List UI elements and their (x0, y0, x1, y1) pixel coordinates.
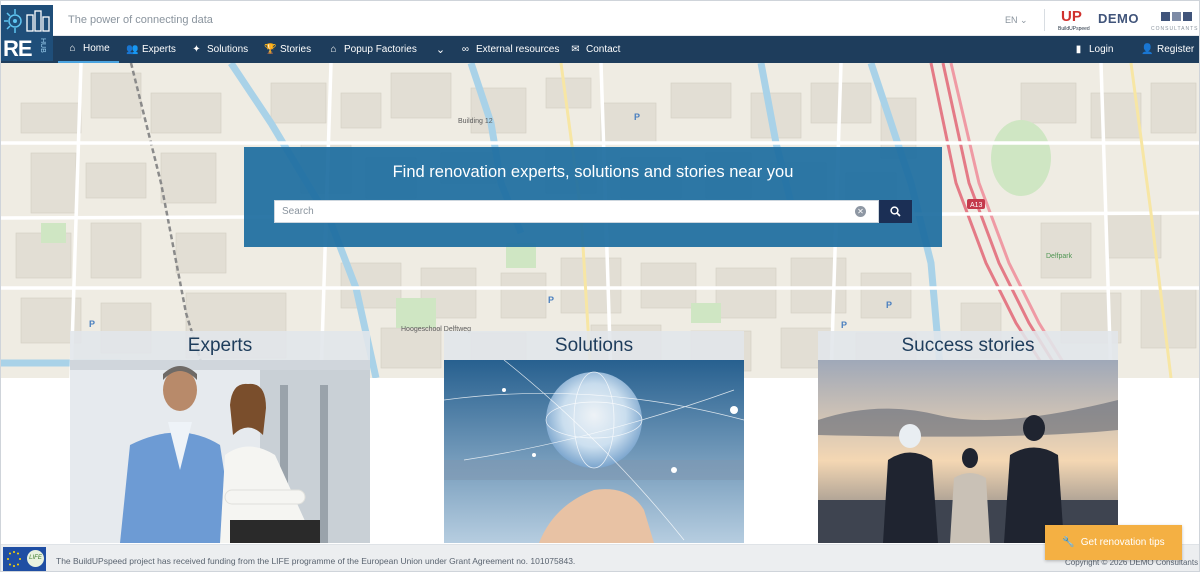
trophy-icon: 🏆 (264, 44, 277, 55)
experts-card-title: Experts (70, 331, 370, 360)
nav-stories-label: Stories (280, 44, 312, 55)
nav-home[interactable]: ⌂ Home (58, 36, 119, 63)
svg-text:P: P (886, 300, 892, 310)
search-button[interactable] (879, 200, 912, 223)
link-icon: ∞ (461, 44, 470, 55)
success-stories-image (818, 360, 1118, 543)
chevron-down-icon[interactable]: ⌄ (436, 43, 445, 56)
nav-home-label: Home (83, 43, 110, 54)
success-stories-card[interactable]: Success stories (818, 331, 1118, 543)
funding-notice: The BuildUPspeed project has received fu… (56, 556, 576, 566)
nav-external-resources-label: External resources (476, 44, 560, 55)
lock-icon: ▮ (1075, 44, 1082, 55)
demo-logo-square (1183, 12, 1192, 21)
app-window: The power of connecting data EN ⌄ UP Bui… (0, 0, 1200, 572)
success-stories-card-title: Success stories (818, 331, 1118, 360)
svg-text:P: P (89, 319, 95, 329)
nav-popup-factories[interactable]: ⌂ Popup Factories ⌄ (328, 36, 445, 63)
logo-subtext: HUB (39, 38, 46, 53)
demo-logo-text: DEMO (1098, 11, 1139, 26)
chevron-down-icon: ⌄ (1020, 15, 1028, 25)
home-icon: ⌂ (69, 43, 76, 54)
solutions-image (444, 360, 744, 543)
puzzle-icon: ✦ (192, 44, 201, 55)
top-bar: The power of connecting data EN ⌄ UP Bui… (1, 1, 1199, 36)
nav-solutions-label: Solutions (207, 44, 249, 55)
map-highway-label: A13 (970, 202, 983, 209)
eu-flag-icon: LIFE (3, 547, 46, 571)
svg-text:P: P (634, 112, 640, 122)
wrench-icon: 🔧 (1062, 537, 1075, 548)
demo-logo-square (1172, 12, 1181, 21)
header-divider (1044, 9, 1045, 31)
map-label-delfpark: Delfpark (1046, 253, 1073, 260)
register-label: Register (1157, 44, 1195, 55)
factory-icon: ⌂ (330, 44, 337, 55)
nav-experts[interactable]: 👥 Experts (126, 36, 176, 63)
logo-text: RE (3, 36, 33, 61)
login-label: Login (1089, 44, 1114, 55)
search-panel: Find renovation experts, solutions and s… (244, 147, 942, 247)
clear-icon[interactable]: ✕ (855, 206, 866, 217)
get-renovation-tips-label: Get renovation tips (1080, 537, 1165, 548)
get-renovation-tips-button[interactable]: 🔧 Get renovation tips (1045, 525, 1182, 560)
search-icon (890, 206, 901, 217)
svg-text:P: P (841, 320, 847, 330)
language-label: EN (1005, 15, 1018, 25)
login-link[interactable]: ▮ Login (1073, 36, 1114, 63)
language-selector[interactable]: EN ⌄ (1005, 15, 1028, 26)
footer: LIFE The BuildUPspeed project has receiv… (1, 544, 1199, 571)
solutions-card-title: Solutions (444, 331, 744, 360)
nav-stories[interactable]: 🏆 Stories (264, 36, 311, 63)
nav-external-resources[interactable]: ∞ External resources (460, 36, 559, 63)
buildupspeed-logo[interactable]: UP BuildUPspeed (1058, 8, 1090, 34)
experts-image (70, 360, 370, 543)
main-navigation: ⌂ Home 👥 Experts ✦ Solutions 🏆 Stories ⌂… (1, 36, 1199, 63)
demo-logo-square (1161, 12, 1170, 21)
buildupspeed-logo-mark: UP (1061, 8, 1082, 25)
buildupspeed-logo-text: BuildUPspeed (1058, 26, 1090, 32)
experts-card[interactable]: Experts (70, 331, 370, 543)
nav-contact-label: Contact (586, 44, 621, 55)
nav-contact[interactable]: ✉ Contact (570, 36, 620, 63)
hero-title: Find renovation experts, solutions and s… (392, 163, 794, 181)
people-icon: 👥 (126, 44, 139, 55)
rehub-logo[interactable]: RE HUB (1, 5, 53, 61)
nav-popup-factories-label: Popup Factories (344, 44, 417, 55)
svg-text:P: P (548, 295, 554, 305)
add-user-icon: 👤 (1141, 44, 1154, 55)
life-logo: LIFE (27, 550, 44, 567)
demo-logo-subtext: CONSULTANTS (1151, 26, 1199, 32)
register-link[interactable]: 👤 Register (1141, 36, 1194, 63)
search-field[interactable]: ✕ (274, 200, 879, 223)
nav-experts-label: Experts (142, 44, 176, 55)
nav-solutions[interactable]: ✦ Solutions (191, 36, 248, 63)
solutions-card[interactable]: Solutions (444, 331, 744, 543)
map-label-building: Building 12 (458, 118, 493, 125)
eu-stars-icon (7, 551, 21, 567)
envelope-icon: ✉ (571, 44, 580, 55)
search-input[interactable] (275, 201, 850, 222)
tagline: The power of connecting data (68, 14, 213, 26)
network-icon (4, 9, 50, 33)
